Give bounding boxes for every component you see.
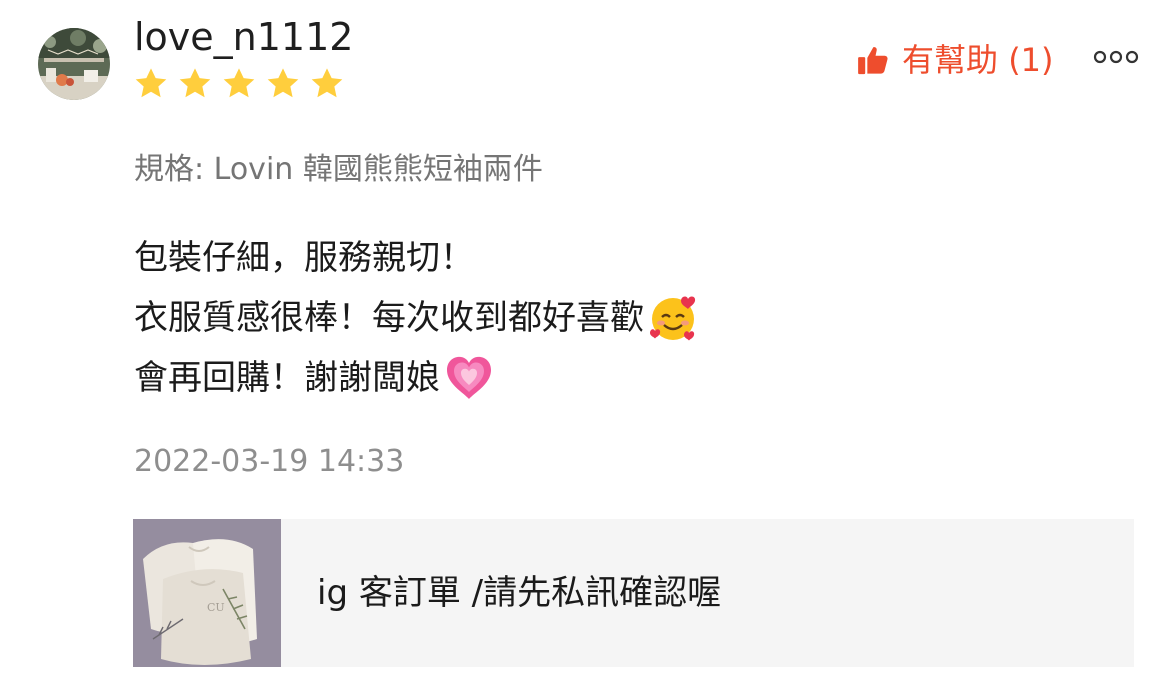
watermark-text: CU <box>207 601 225 614</box>
smiling-face-with-hearts-icon <box>650 296 696 341</box>
star-icon <box>223 68 255 98</box>
star-icon <box>311 68 343 98</box>
star-icon <box>267 68 299 98</box>
username: love_n1112 <box>134 15 354 59</box>
product-image: CU <box>133 519 281 667</box>
helpful-label: 有幫助 (1) <box>902 41 1054 79</box>
avatar[interactable] <box>38 28 110 100</box>
thumbs-up-icon <box>858 47 888 75</box>
product-thumbnail: CU <box>133 519 281 667</box>
product-variation: 規格: Lovin 韓國熊熊短袖兩件 <box>134 152 543 187</box>
product-card[interactable]: CU ig 客訂單 /請先私訊確認喔 <box>133 519 1134 667</box>
helpful-button[interactable]: 有幫助 (1) <box>856 38 1054 82</box>
star-icon <box>135 68 167 98</box>
review-timestamp: 2022-03-19 14:33 <box>134 444 405 479</box>
avatar-image <box>38 28 110 100</box>
review-item: love_n1112 有幫助 (1) 規格: Lovin 韓國熊熊短袖兩件 包裝… <box>0 0 1170 676</box>
review-line: 包裝仔細，服務親切！ <box>134 238 474 278</box>
product-name: ig 客訂單 /請先私訊確認喔 <box>317 573 722 613</box>
review-line: 會再回購！謝謝闆娘 <box>134 348 700 408</box>
review-content: 包裝仔細，服務親切！ 衣服質感很棒！每次收到都好喜歡 會再回購！謝謝闆娘 <box>134 228 700 408</box>
rating-stars <box>133 66 345 102</box>
more-options-button[interactable] <box>1093 46 1139 72</box>
review-line: 衣服質感很棒！每次收到都好喜歡 <box>134 288 700 348</box>
star-icon <box>179 68 211 98</box>
more-dots-icon <box>1093 50 1139 64</box>
growing-heart-icon <box>447 356 491 399</box>
